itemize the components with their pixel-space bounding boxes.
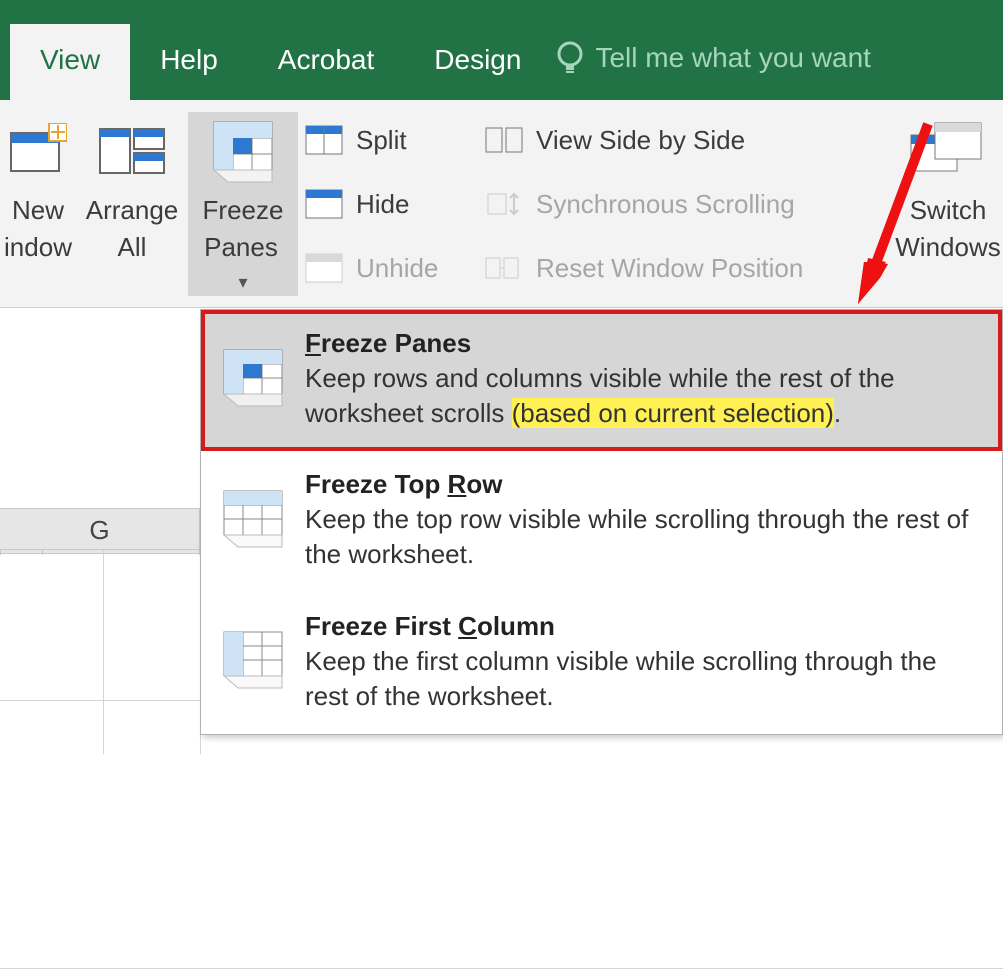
freeze-panes-menu-icon xyxy=(220,346,286,412)
tab-help[interactable]: Help xyxy=(130,24,248,100)
tab-design[interactable]: Design xyxy=(404,24,551,100)
menu-item-freeze-first-column-desc: Keep the first column visible while scro… xyxy=(305,644,984,714)
switch-windows-icon xyxy=(909,121,987,181)
unhide-button: Unhide xyxy=(304,246,472,290)
split-icon xyxy=(304,124,344,156)
split-button[interactable]: Split xyxy=(304,118,472,162)
freeze-panes-icon xyxy=(210,118,276,184)
unhide-icon xyxy=(304,252,344,284)
gridline-v xyxy=(103,550,104,717)
menu-item-freeze-panes-title: Freeze Panes xyxy=(305,326,984,361)
menu-item-freeze-panes-desc: Keep rows and columns visible while the … xyxy=(305,361,984,431)
switch-windows-label-1: Switch xyxy=(910,194,987,227)
arrange-all-button[interactable]: Arrange All xyxy=(76,112,188,263)
freeze-top-row-icon xyxy=(220,487,286,553)
arrange-all-label-2: All xyxy=(118,231,147,264)
tab-view[interactable]: View xyxy=(10,24,130,100)
new-window-button[interactable]: New indow xyxy=(0,112,76,263)
unhide-label: Unhide xyxy=(356,253,438,284)
side-by-side-icon xyxy=(484,124,524,156)
split-label: Split xyxy=(356,125,407,156)
hide-button[interactable]: Hide xyxy=(304,182,472,226)
view-side-by-side-button[interactable]: View Side by Side xyxy=(484,118,872,162)
switch-windows-button[interactable]: Switch Windows xyxy=(893,112,1003,263)
tellme-search[interactable]: Tell me what you want xyxy=(551,20,874,100)
arrange-all-label-1: Arrange xyxy=(86,194,179,227)
col-header-g[interactable]: G xyxy=(0,508,200,550)
new-window-label-2: indow xyxy=(4,231,72,264)
ribbon-view: New indow Arrange All xyxy=(0,100,1003,308)
reset-position-label: Reset Window Position xyxy=(536,253,803,284)
new-window-label-1: New xyxy=(12,194,64,227)
freeze-panes-label-2: Panes ▾ xyxy=(200,231,286,296)
reset-window-position-button: Reset Window Position xyxy=(484,246,872,290)
hide-label: Hide xyxy=(356,189,409,220)
ribbon-tabbar: View Help Acrobat Design Tell me what yo… xyxy=(0,0,1003,100)
chevron-down-icon: ▾ xyxy=(238,272,247,292)
lightbulb-icon xyxy=(555,40,585,76)
menu-item-freeze-top-row-title: Freeze Top Row xyxy=(305,467,984,502)
gridline-h xyxy=(0,700,200,701)
tellme-label: Tell me what you want xyxy=(595,42,870,74)
hide-icon xyxy=(304,188,344,220)
menu-item-freeze-top-row[interactable]: Freeze Top Row Keep the top row visible … xyxy=(201,451,1002,592)
tab-acrobat[interactable]: Acrobat xyxy=(248,24,405,100)
freeze-first-column-icon xyxy=(220,628,286,694)
switch-windows-label-2: Windows xyxy=(895,231,1000,264)
menu-item-freeze-top-row-desc: Keep the top row visible while scrolling… xyxy=(305,502,984,572)
freeze-panes-label-1: Freeze xyxy=(203,194,284,227)
sync-scroll-icon xyxy=(484,188,524,220)
synchronous-scrolling-button: Synchronous Scrolling xyxy=(484,182,872,226)
menu-item-freeze-panes[interactable]: Freeze Panes Keep rows and columns visib… xyxy=(201,310,1002,451)
arrange-all-icon xyxy=(98,123,166,179)
view-side-by-side-label: View Side by Side xyxy=(536,125,745,156)
reset-position-icon xyxy=(484,252,524,284)
menu-item-freeze-first-column[interactable]: Freeze First Column Keep the first colum… xyxy=(201,593,1002,734)
new-window-icon xyxy=(9,123,67,179)
sync-scroll-label: Synchronous Scrolling xyxy=(536,189,795,220)
menu-item-freeze-first-column-title: Freeze First Column xyxy=(305,609,984,644)
freeze-panes-button[interactable]: Freeze Panes ▾ xyxy=(188,112,298,296)
freeze-panes-menu: Freeze Panes Keep rows and columns visib… xyxy=(200,309,1003,735)
